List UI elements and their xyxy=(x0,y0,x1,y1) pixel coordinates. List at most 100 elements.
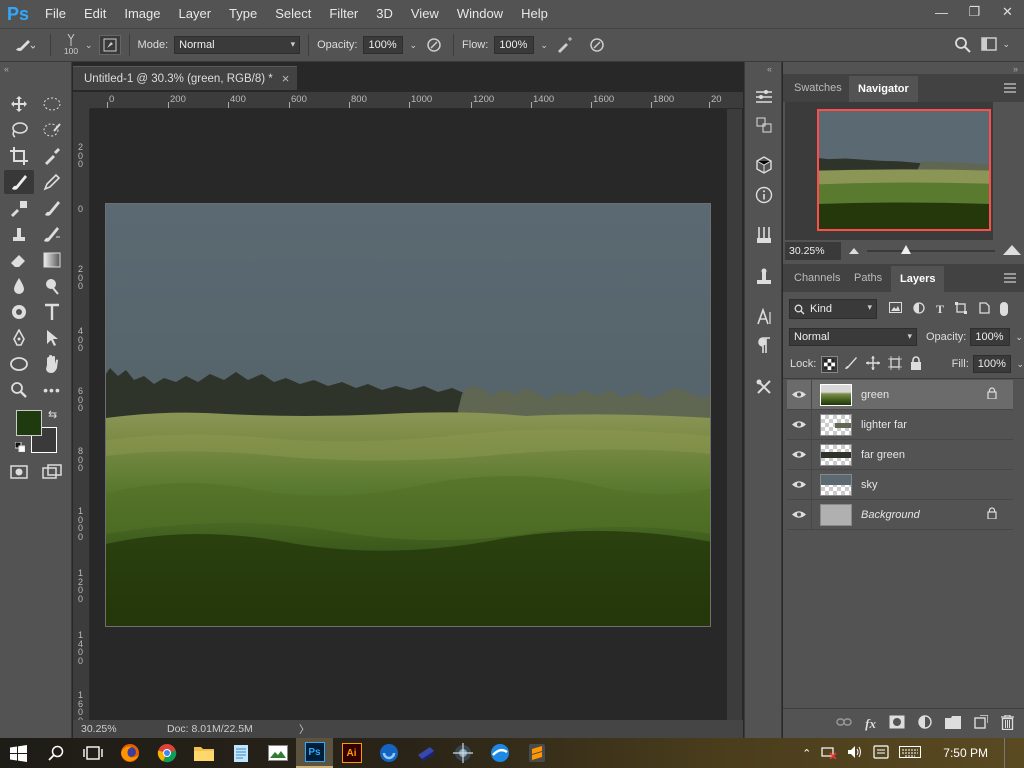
photoshop-icon[interactable]: Ps xyxy=(296,738,333,768)
tools-icon[interactable] xyxy=(753,376,775,398)
link-layers-icon[interactable] xyxy=(836,717,852,730)
search-icon[interactable] xyxy=(954,36,972,54)
taskbar-clock[interactable]: 7:50 PM xyxy=(943,746,988,760)
more-tools-icon[interactable]: ••• xyxy=(37,378,67,402)
tab-channels[interactable]: Channels xyxy=(785,265,849,291)
layer-row[interactable]: Background xyxy=(787,499,1013,530)
panel-menu-icon[interactable] xyxy=(1004,83,1016,96)
add-mask-icon[interactable] xyxy=(889,715,905,732)
new-group-folder-icon[interactable] xyxy=(945,715,961,732)
filter-pixel-icon[interactable] xyxy=(889,302,902,316)
restore-button[interactable]: ❐ xyxy=(958,0,991,24)
move-tool-icon[interactable] xyxy=(4,92,34,116)
mode-dropdown[interactable]: Normal ▾ xyxy=(174,36,301,54)
ruler-vertical[interactable]: 2 0 0 0 2 0 0 4 0 0 6 0 0 8 0 0 1 0 0 0 1 2 0 0… xyxy=(73,109,90,725)
filter-type-icon[interactable]: T xyxy=(936,302,944,317)
sublime-icon[interactable] xyxy=(518,738,555,768)
clone-stamp-tool-icon[interactable] xyxy=(4,222,34,246)
filter-smart-object-icon[interactable] xyxy=(978,301,990,317)
pencil-tool-icon[interactable] xyxy=(37,170,67,194)
start-icon[interactable] xyxy=(0,738,37,768)
eye-visibility-icon[interactable] xyxy=(787,420,811,429)
info-icon[interactable] xyxy=(753,184,775,206)
character-icon[interactable] xyxy=(753,306,775,328)
menu-layer[interactable]: Layer xyxy=(170,0,221,28)
airbrush-icon[interactable] xyxy=(554,37,576,53)
search-icon[interactable] xyxy=(37,738,74,768)
new-layer-icon[interactable] xyxy=(974,714,989,732)
brush-tool-icon[interactable] xyxy=(4,170,34,194)
fill-field[interactable]: 100% xyxy=(972,355,1012,373)
pressure-size-icon[interactable] xyxy=(584,37,610,53)
menu-help[interactable]: Help xyxy=(512,0,557,28)
hand-tool-icon[interactable] xyxy=(37,352,67,376)
show-hidden-icons-chevron-icon[interactable]: ⌃ xyxy=(802,747,811,760)
eye-visibility-icon[interactable] xyxy=(787,510,811,519)
tab-layers[interactable]: Layers xyxy=(891,266,945,292)
adjustment-layer-icon[interactable] xyxy=(918,715,932,732)
layer-row[interactable]: far green xyxy=(787,439,1013,470)
zoom-slider-handle[interactable] xyxy=(901,245,911,254)
expand-panels-icon[interactable]: « xyxy=(767,64,772,74)
lock-artboard-icon[interactable] xyxy=(887,355,902,373)
menu-window[interactable]: Window xyxy=(448,0,512,28)
task-view-icon[interactable] xyxy=(74,738,111,768)
layer-opacity-field[interactable]: 100% xyxy=(970,328,1011,346)
pressure-opacity-icon[interactable] xyxy=(423,37,445,53)
status-zoom[interactable]: 30.25% xyxy=(81,723,159,735)
delete-layer-icon[interactable] xyxy=(1001,713,1014,733)
minimize-button[interactable]: — xyxy=(925,0,958,24)
firefox-icon[interactable] xyxy=(111,738,148,768)
brush-panel-toggle-icon[interactable] xyxy=(98,35,121,55)
foreground-color-swatch[interactable] xyxy=(16,410,42,436)
layer-filter-dropdown[interactable]: Kind ▾ xyxy=(789,299,877,319)
screen-mode-icon[interactable] xyxy=(37,460,67,484)
lasso-tool-icon[interactable] xyxy=(4,118,34,142)
menu-type[interactable]: Type xyxy=(220,0,266,28)
ruler-horizontal[interactable]: 0 200 400 600 800 1000 1200 1400 1600 1800 20 xyxy=(73,92,743,109)
lock-pixels-icon[interactable] xyxy=(844,356,858,373)
tab-swatches[interactable]: Swatches xyxy=(785,75,851,101)
canvas[interactable] xyxy=(105,203,711,627)
brush-preset-icon[interactable] xyxy=(6,37,42,53)
quick-selection-tool-icon[interactable] xyxy=(37,118,67,142)
tab-paths[interactable]: Paths xyxy=(845,265,891,291)
chevron-down-icon[interactable]: ⌄ xyxy=(409,40,417,51)
3d-panel-icon[interactable] xyxy=(753,154,775,176)
zoom-out-icon[interactable] xyxy=(849,245,861,257)
chevron-down-icon[interactable]: ⌄ xyxy=(1015,332,1023,343)
collapse-panel-icon[interactable]: « xyxy=(4,64,9,74)
lock-all-icon[interactable] xyxy=(910,355,922,373)
lock-transparency-icon[interactable] xyxy=(821,355,838,373)
default-colors-icon[interactable] xyxy=(14,441,26,455)
eye-visibility-icon[interactable] xyxy=(787,480,811,489)
zoom-tool-icon[interactable] xyxy=(4,378,34,402)
path-selection-tool-icon[interactable] xyxy=(37,326,67,350)
flow-field[interactable]: 100% xyxy=(494,36,535,54)
pen-tool-icon[interactable] xyxy=(4,326,34,350)
menu-image[interactable]: Image xyxy=(115,0,169,28)
navigator-zoom-field[interactable]: 30.25% xyxy=(785,242,841,260)
layer-row[interactable]: lighter far xyxy=(787,409,1013,440)
gradient-tool-icon[interactable] xyxy=(37,248,67,272)
notepad-icon[interactable] xyxy=(222,738,259,768)
type-tool-icon[interactable] xyxy=(37,300,67,324)
filter-shape-icon[interactable] xyxy=(955,301,968,317)
collapse-dock-icon[interactable]: » xyxy=(1013,64,1018,74)
keyboard-icon[interactable] xyxy=(899,745,922,761)
blend-mode-dropdown[interactable]: Normal ▾ xyxy=(789,328,917,346)
chrome-icon[interactable] xyxy=(148,738,185,768)
close-tab-icon[interactable]: × xyxy=(282,71,290,86)
navigator-zoom-slider[interactable] xyxy=(867,245,995,257)
paragraph-icon[interactable] xyxy=(753,334,775,356)
show-desktop-button[interactable] xyxy=(1004,738,1010,768)
navigator-view-frame[interactable] xyxy=(817,109,991,231)
app-icon-2[interactable] xyxy=(407,738,444,768)
action-center-icon[interactable] xyxy=(873,744,889,762)
quick-mask-icon[interactable] xyxy=(4,460,34,484)
dodge-tool-icon[interactable] xyxy=(37,274,67,298)
close-window-button[interactable]: ✕ xyxy=(991,0,1024,24)
eye-visibility-icon[interactable] xyxy=(787,450,811,459)
eye-visibility-icon[interactable] xyxy=(787,390,811,399)
filter-adjustment-icon[interactable] xyxy=(913,301,925,317)
